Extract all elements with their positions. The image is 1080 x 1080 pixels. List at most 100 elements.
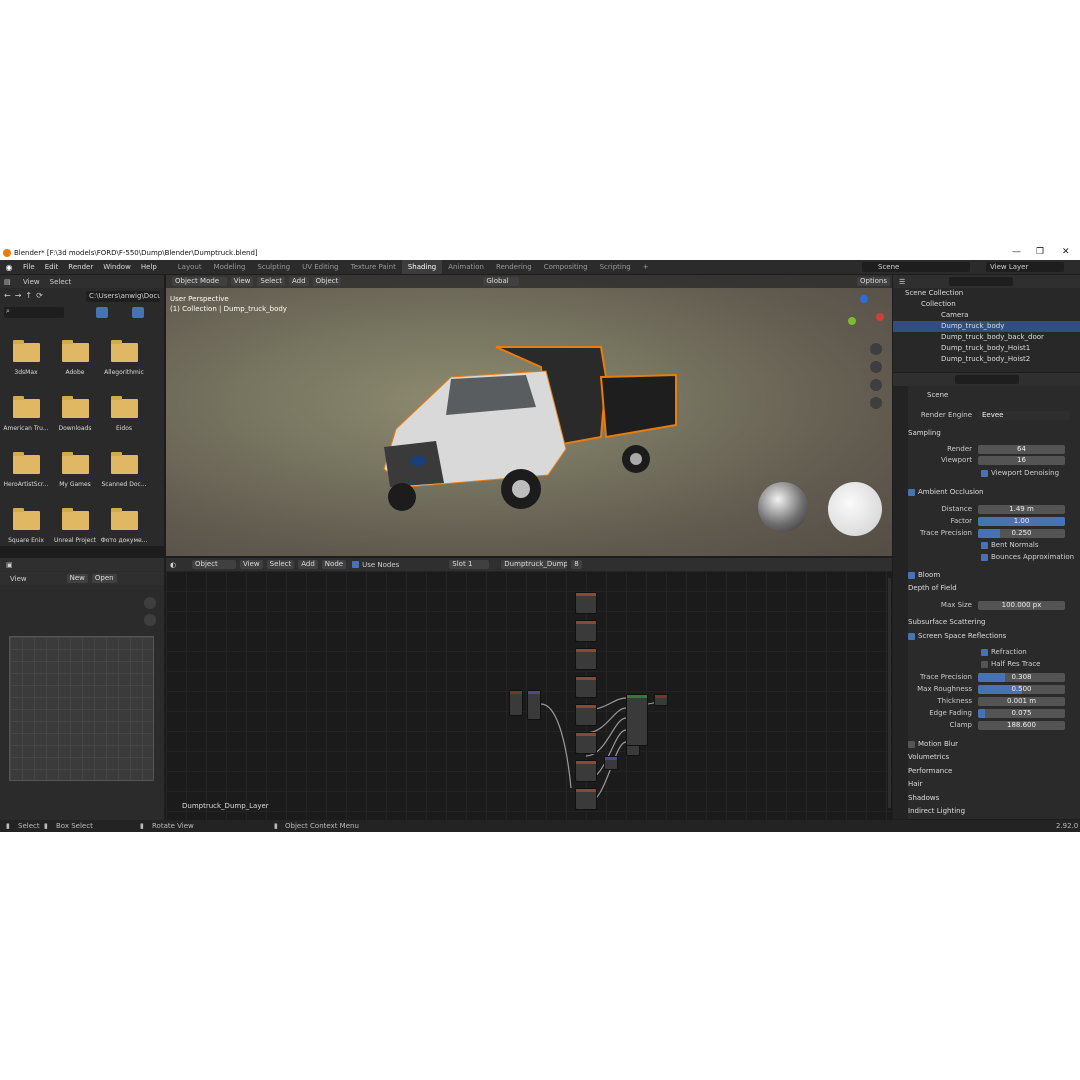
ie-pan-icon[interactable] [144,614,156,626]
edge-fading-slider[interactable]: 0.075 [978,709,1065,718]
outliner-filter-icon[interactable]: ☰ [899,278,905,286]
fb-nav-icons[interactable]: ←→↑⟳ [4,291,47,300]
panel-shadows[interactable]: Shadows [908,793,939,804]
add-workspace-button[interactable]: + [637,260,655,274]
outliner-item-dump-truck-body[interactable]: Dump_truck_body [893,321,1080,332]
object-mode-dropdown[interactable]: Object Mode [172,277,227,286]
tab-compositing[interactable]: Compositing [538,260,594,274]
folder-item[interactable]: Eidos [99,396,149,432]
shader-node[interactable] [575,704,597,726]
transform-orientation-dropdown[interactable]: Global [483,277,519,286]
tab-animation[interactable]: Animation [442,260,490,274]
folder-item[interactable]: Unreal Project [50,508,100,544]
shader-node[interactable] [575,592,597,614]
panel-ambient-occlusion[interactable]: Ambient Occlusion [908,487,984,498]
camera-view-icon[interactable] [870,379,882,391]
tab-layout[interactable]: Layout [172,260,208,274]
uv-grid[interactable] [9,636,154,781]
image-editor-type-icon[interactable]: ▣ [6,561,13,569]
material-output-node[interactable] [654,694,668,706]
ie-view-menu[interactable]: View [4,575,33,583]
navigation-gizmo[interactable] [842,295,886,339]
tab-sculpting[interactable]: Sculpting [251,260,296,274]
panel-depth-of-field[interactable]: Depth of Field [908,583,957,594]
panel-performance[interactable]: Performance [908,766,952,777]
fb-search-input[interactable]: ⌕ [4,307,64,318]
scene-selector[interactable]: Scene [862,262,970,272]
view-layer-selector[interactable]: View Layer [986,262,1064,272]
folder-item[interactable]: Downloads [50,396,100,432]
ie-zoom-icon[interactable] [144,597,156,609]
folder-item[interactable]: My Games [50,452,100,488]
shader-node[interactable] [575,620,597,642]
3d-viewport[interactable]: Object Mode View Select Add Object Globa… [166,275,892,556]
close-button[interactable]: ✕ [1062,246,1070,259]
pan-hand-icon[interactable] [870,361,882,373]
tab-scripting[interactable]: Scripting [594,260,637,274]
menu-render[interactable]: Render [63,260,98,274]
outliner-item-hoist2[interactable]: Dump_truck_body_Hoist2 [893,354,1080,365]
panel-subsurface-scattering[interactable]: Subsurface Scattering [908,617,986,628]
shader-node-editor[interactable]: ◐ Object View Select Add Node Use Nodes … [166,558,892,820]
folder-item[interactable]: Adobe [50,340,100,376]
outliner-item-camera[interactable]: Camera [893,310,1080,321]
bounces-checkbox[interactable]: Bounces Approximation [910,552,1080,563]
outliner-search-input[interactable] [949,277,1013,286]
refraction-checkbox[interactable]: Refraction [910,647,1080,658]
clamp-field[interactable]: 188.600 [978,721,1065,730]
folder-item[interactable]: Allegorithmic [99,340,149,376]
panel-volumetrics[interactable]: Volumetrics [908,752,949,763]
outliner-item-hoist1[interactable]: Dump_truck_body_Hoist1 [893,343,1080,354]
minimize-button[interactable]: — [1012,246,1021,259]
render-engine-dropdown[interactable]: Eevee [978,411,1070,420]
ao-distance-field[interactable]: 1.49 m [978,505,1065,514]
tab-modeling[interactable]: Modeling [208,260,252,274]
fb-select-menu[interactable]: Select [45,278,77,286]
panel-screen-space-reflections[interactable]: Screen Space Reflections [908,631,1006,642]
filter-icon[interactable] [132,307,144,318]
options-dropdown[interactable]: Options [856,277,890,286]
folder-item[interactable]: Square Enix [1,508,51,544]
panel-motion-blur[interactable]: Motion Blur [908,739,958,750]
thickness-field[interactable]: 0.001 m [978,697,1065,706]
vp-select-menu[interactable]: Select [257,277,285,286]
properties-search-input[interactable] [955,375,1019,384]
folder-item[interactable]: HeroArtistScr... [1,452,51,488]
max-size-field[interactable]: 100.000 px [978,601,1065,610]
new-image-button[interactable]: New [66,574,88,583]
render-samples-field[interactable]: 64 [978,445,1065,454]
z-axis-icon[interactable] [860,295,868,303]
max-roughness-slider[interactable]: 0.500 [978,685,1065,694]
ao-factor-slider[interactable]: 1.00 [978,517,1065,526]
menu-file[interactable]: File [18,260,40,274]
tab-texture-paint[interactable]: Texture Paint [345,260,402,274]
vp-add-menu[interactable]: Add [289,277,309,286]
x-axis-icon[interactable] [876,313,884,321]
shader-node[interactable] [575,760,597,782]
panel-bloom[interactable]: Bloom [908,570,940,581]
principled-bsdf-node[interactable] [626,694,648,746]
menu-window[interactable]: Window [98,260,136,274]
properties-tab-column[interactable] [893,386,908,819]
y-axis-icon[interactable] [848,317,856,325]
outliner-collection[interactable]: Collection [893,299,1080,310]
path-field[interactable]: C:\Users\anwig\Docu... [86,291,160,302]
shader-node[interactable] [527,690,541,720]
blender-menu-icon[interactable]: ◉ [0,263,18,272]
folder-item[interactable]: Фото докуме... [99,508,149,544]
half-res-checkbox[interactable]: Half Res Trace [910,659,1080,670]
fb-view-menu[interactable]: View [18,278,45,286]
ao-trace-slider[interactable]: 0.250 [978,529,1065,538]
folder-item[interactable]: Scanned Doc... [99,452,149,488]
tab-uv-editing[interactable]: UV Editing [296,260,345,274]
tab-rendering[interactable]: Rendering [490,260,538,274]
outliner-scene-collection[interactable]: Scene Collection [893,288,1080,299]
panel-hair[interactable]: Hair [908,779,922,790]
panel-indirect-lighting[interactable]: Indirect Lighting [908,806,965,817]
menu-help[interactable]: Help [136,260,162,274]
shader-node[interactable] [509,690,523,716]
open-image-button[interactable]: Open [91,574,117,583]
shader-node[interactable] [575,676,597,698]
folder-item[interactable]: American Tru... [1,396,51,432]
viewport-samples-field[interactable]: 16 [978,456,1065,465]
